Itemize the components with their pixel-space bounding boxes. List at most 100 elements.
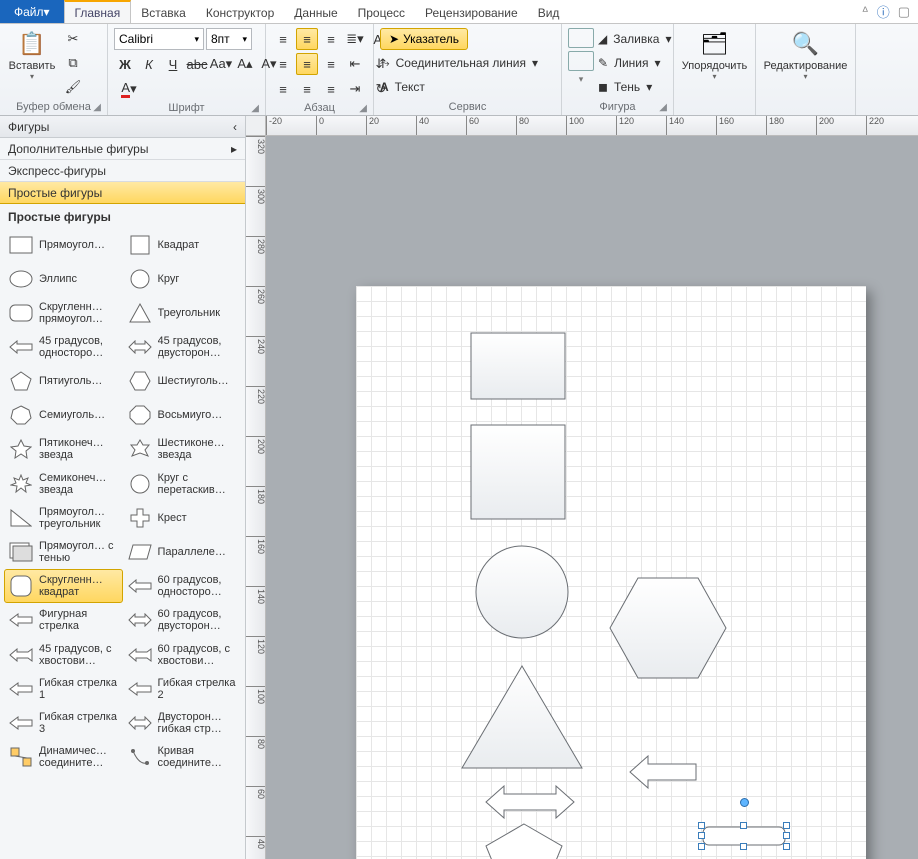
shape-item[interactable]: Параллеле… xyxy=(123,535,242,569)
ribbon-minimize-icon[interactable]: ᐞ xyxy=(862,4,869,20)
shape-item[interactable]: Шестиуголь… xyxy=(123,364,242,398)
shape-item[interactable]: Скругленн… квадрат xyxy=(4,569,123,603)
format-painter-button[interactable]: 🖌 xyxy=(62,76,84,98)
align-bot-center[interactable]: ≡ xyxy=(296,78,318,100)
grow-font-button[interactable]: A▴ xyxy=(234,53,256,75)
tab-process[interactable]: Процесс xyxy=(348,0,415,23)
align-mid-left[interactable]: ≡ xyxy=(272,53,294,75)
shape-item[interactable]: Прямоугол… xyxy=(4,228,123,262)
underline-button[interactable]: Ч xyxy=(162,53,184,75)
align-top-left[interactable]: ≡ xyxy=(272,28,294,50)
font-name-select[interactable]: Calibri▾ xyxy=(114,28,204,50)
shape-item[interactable]: Восьмиуго… xyxy=(123,398,242,432)
shape-item[interactable]: Пятиуголь… xyxy=(4,364,123,398)
window-close-icon[interactable]: ▢ xyxy=(898,4,910,20)
shape-item[interactable]: Кривая соедините… xyxy=(123,740,242,774)
shape-item[interactable]: Гибкая стрелка 2 xyxy=(123,672,242,706)
shape-item[interactable]: Скругленн… прямоугол… xyxy=(4,296,123,330)
bullets-button[interactable]: ≣▾ xyxy=(344,28,366,50)
line-button[interactable]: ✎ Линия ▾ xyxy=(598,52,671,74)
bold-button[interactable]: Ж xyxy=(114,53,136,75)
tab-view[interactable]: Вид xyxy=(528,0,570,23)
tab-insert[interactable]: Вставка xyxy=(131,0,196,23)
shape-launcher[interactable]: ◢ xyxy=(659,102,667,113)
pointer-tool[interactable]: ➤ Указатель xyxy=(380,28,468,50)
cut-button[interactable]: ✂ xyxy=(62,28,84,50)
shape-triangle[interactable] xyxy=(460,664,584,770)
copy-button[interactable]: ⧉ xyxy=(62,52,84,74)
tab-data[interactable]: Данные xyxy=(284,0,347,23)
tab-design[interactable]: Конструктор xyxy=(196,0,284,23)
shape-square[interactable] xyxy=(470,424,566,520)
shape-arrow-double[interactable] xyxy=(484,784,576,820)
shape-item[interactable]: Прямоугол… треугольник xyxy=(4,501,123,535)
tab-home[interactable]: Главная xyxy=(64,0,132,23)
shape-item[interactable]: Квадрат xyxy=(123,228,242,262)
shape-item[interactable]: Гибкая стрелка 1 xyxy=(4,672,123,706)
panel-more-shapes[interactable]: Дополнительные фигуры▸ xyxy=(0,138,245,160)
strike-button[interactable]: abc xyxy=(186,53,208,75)
shape-item[interactable]: Гибкая стрелка 3 xyxy=(4,706,123,740)
quick-style-2-button[interactable] xyxy=(568,51,594,71)
shadow-button[interactable]: ◼ Тень ▾ xyxy=(598,76,671,98)
shape-item-label: Круг с перетаскив… xyxy=(158,472,239,496)
tab-review[interactable]: Рецензирование xyxy=(415,0,528,23)
shape-item[interactable]: Фигурная стрелка xyxy=(4,603,123,637)
panel-collapse-icon[interactable]: ‹ xyxy=(233,120,237,134)
panel-quick-shapes[interactable]: Экспресс-фигуры xyxy=(0,160,245,182)
shape-hexagon[interactable] xyxy=(608,576,728,680)
tab-file[interactable]: Файл ▾ xyxy=(0,0,64,23)
shape-item[interactable]: Семиуголь… xyxy=(4,398,123,432)
shape-item[interactable]: Крест xyxy=(123,501,242,535)
paste-icon: 📋 xyxy=(16,28,48,60)
text-tool[interactable]: A Текст xyxy=(380,76,555,98)
shape-rounded-square-selected[interactable] xyxy=(702,826,786,859)
fill-button[interactable]: ◢ Заливка ▾ xyxy=(598,28,671,50)
shape-item[interactable]: 60 градусов, двусторон… xyxy=(123,603,242,637)
font-launcher[interactable]: ◢ xyxy=(251,103,259,114)
paste-button[interactable]: 📋 Вставить ▾ xyxy=(6,26,58,81)
shape-item[interactable]: 60 градусов, с хвостови… xyxy=(123,638,242,672)
font-color-button[interactable]: A▾ xyxy=(114,78,144,100)
indent-inc-button[interactable]: ⇥ xyxy=(344,78,366,100)
shape-item[interactable]: Двусторон… гибкая стр… xyxy=(123,706,242,740)
quick-style-button[interactable] xyxy=(568,28,594,48)
shape-item[interactable]: Прямоугол… с тенью xyxy=(4,535,123,569)
shape-item[interactable]: Эллипс xyxy=(4,262,123,296)
shape-item[interactable]: Семиконеч… звезда xyxy=(4,467,123,501)
connector-tool[interactable]: ⤳ Соединительная линия ▾ xyxy=(380,52,555,74)
shape-rectangle[interactable] xyxy=(470,332,566,400)
indent-dec-button[interactable]: ⇤ xyxy=(344,53,366,75)
paragraph-launcher[interactable]: ◢ xyxy=(359,103,367,114)
shape-item[interactable]: 45 градусов, односторо… xyxy=(4,330,123,364)
shape-item[interactable]: Круг с перетаскив… xyxy=(123,467,242,501)
shape-item[interactable]: Шестиконе… звезда xyxy=(123,432,242,466)
shape-arrow-left[interactable] xyxy=(628,754,698,790)
arrange-button[interactable]: 🗂 Упорядочить ▾ xyxy=(680,26,749,81)
viewport[interactable] xyxy=(266,136,918,859)
shape-item[interactable]: Круг xyxy=(123,262,242,296)
group-label-arrange xyxy=(680,99,749,115)
editing-button[interactable]: 🔍 Редактирование ▾ xyxy=(762,26,849,81)
shape-item[interactable]: 45 градусов, с хвостови… xyxy=(4,638,123,672)
shape-item[interactable]: Динамичес… соедините… xyxy=(4,740,123,774)
help-icon[interactable]: ⓘ xyxy=(877,2,890,21)
shape-circle[interactable] xyxy=(474,544,570,640)
shape-pentagon[interactable] xyxy=(484,822,564,859)
drawing-page[interactable] xyxy=(356,286,866,859)
font-size-select[interactable]: 8пт▾ xyxy=(206,28,252,50)
align-top-right[interactable]: ≡ xyxy=(320,28,342,50)
align-mid-center[interactable]: ≡ xyxy=(296,53,318,75)
shape-item[interactable]: 60 градусов, односторо… xyxy=(123,569,242,603)
shape-item[interactable]: 45 градусов, двусторон… xyxy=(123,330,242,364)
align-top-center[interactable]: ≡ xyxy=(296,28,318,50)
shape-item[interactable]: Пятиконеч… звезда xyxy=(4,432,123,466)
clipboard-launcher[interactable]: ◢ xyxy=(93,102,101,113)
shape-item[interactable]: Треугольник xyxy=(123,296,242,330)
align-mid-right[interactable]: ≡ xyxy=(320,53,342,75)
panel-simple-shapes[interactable]: Простые фигуры xyxy=(0,182,245,204)
case-button[interactable]: Aa▾ xyxy=(210,53,232,75)
align-bot-right[interactable]: ≡ xyxy=(320,78,342,100)
italic-button[interactable]: К xyxy=(138,53,160,75)
align-bot-left[interactable]: ≡ xyxy=(272,78,294,100)
